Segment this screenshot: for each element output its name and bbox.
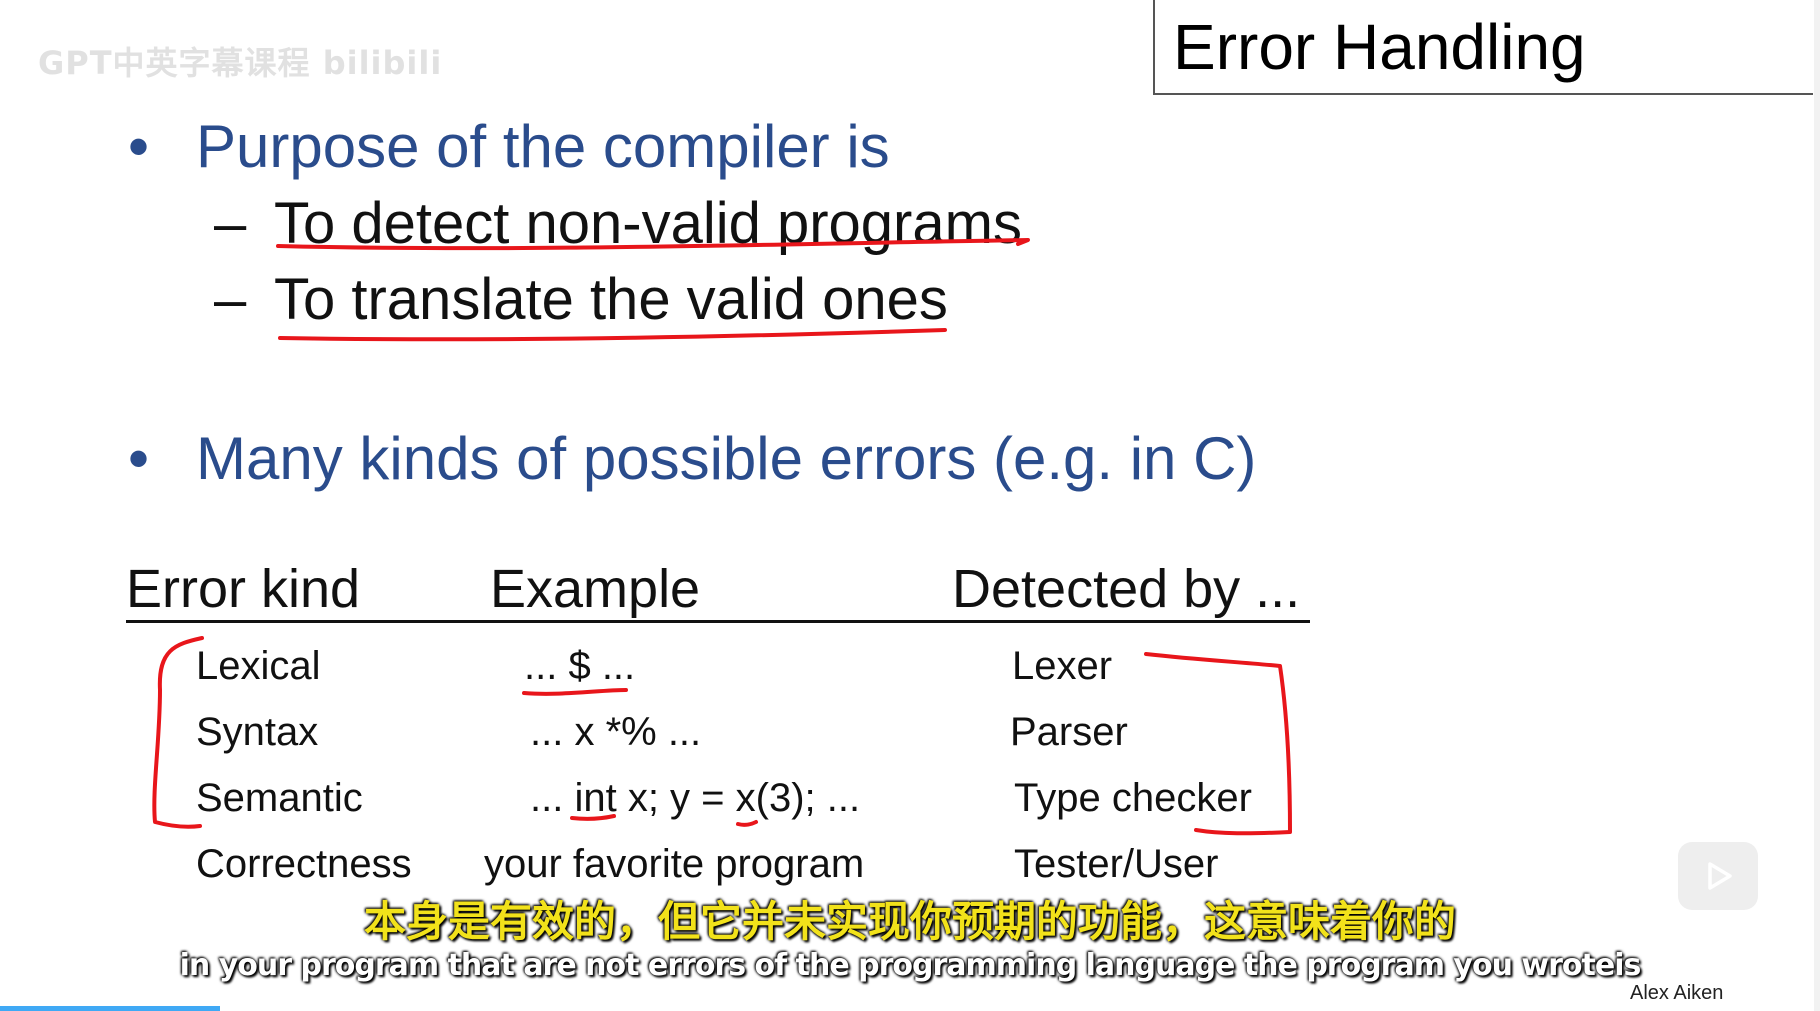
underline-x-call (736, 820, 758, 827)
subtitle-chinese: 本身是有效的，但它并未实现你预期的功能，这意味着你的 (363, 897, 1456, 946)
progress-bar[interactable] (0, 1006, 220, 1011)
table-header-error-kind: Error kind (126, 559, 361, 619)
bullet-glyph: • (128, 113, 150, 180)
lecture-slide: GPT中英字幕课程 bilibili Error Handling • Purp… (0, 0, 1820, 1011)
subtitle-english: in your program that are not errors of t… (179, 948, 1642, 983)
slide-author: Alex Aiken (1630, 982, 1724, 1004)
channel-watermark: GPT中英字幕课程 bilibili (38, 44, 443, 82)
cell-detector-lexer: Lexer (1012, 644, 1113, 688)
cell-kind-semantic: Semantic (196, 776, 363, 820)
bracket-left (152, 636, 204, 829)
dash-glyph: – (214, 191, 247, 256)
cell-detector-type-checker: Type checker (1014, 776, 1252, 820)
bullet-glyph: • (128, 425, 150, 492)
cell-detector-tester: Tester/User (1014, 842, 1219, 886)
cell-example-correctness: your favorite program (484, 842, 865, 886)
cell-example-semantic: ... int x; y = x(3); ... (530, 776, 861, 820)
cell-example-lexical: ... $ ... (524, 644, 636, 688)
bullet-purpose: Purpose of the compiler is (196, 113, 890, 180)
cell-detector-parser: Parser (1010, 710, 1128, 754)
slide-title-box: Error Handling (1153, 0, 1813, 95)
bullet-error-kinds: Many kinds of possible errors (e.g. in C… (196, 425, 1257, 492)
dash-glyph: – (214, 267, 247, 332)
table-header-detected-by: Detected by ... (952, 559, 1301, 619)
play-icon (1708, 862, 1732, 890)
page-edge (1814, 0, 1820, 1011)
play-button[interactable] (1678, 842, 1758, 910)
subitem-translate: To translate the valid ones (274, 267, 948, 332)
subitem-detect: To detect non-valid programs (274, 191, 1022, 256)
slide-title: Error Handling (1173, 11, 1586, 83)
underline-dollar (522, 688, 628, 696)
cell-kind-lexical: Lexical (196, 644, 321, 688)
cell-example-syntax: ... x *% ... (530, 710, 702, 754)
cell-kind-correctness: Correctness (196, 842, 412, 886)
table-header-example: Example (490, 559, 701, 619)
table-header-rule (126, 620, 1310, 623)
cell-kind-syntax: Syntax (196, 710, 319, 754)
video-player[interactable]: GPT中英字幕课程 bilibili Error Handling • Purp… (0, 0, 1820, 1011)
